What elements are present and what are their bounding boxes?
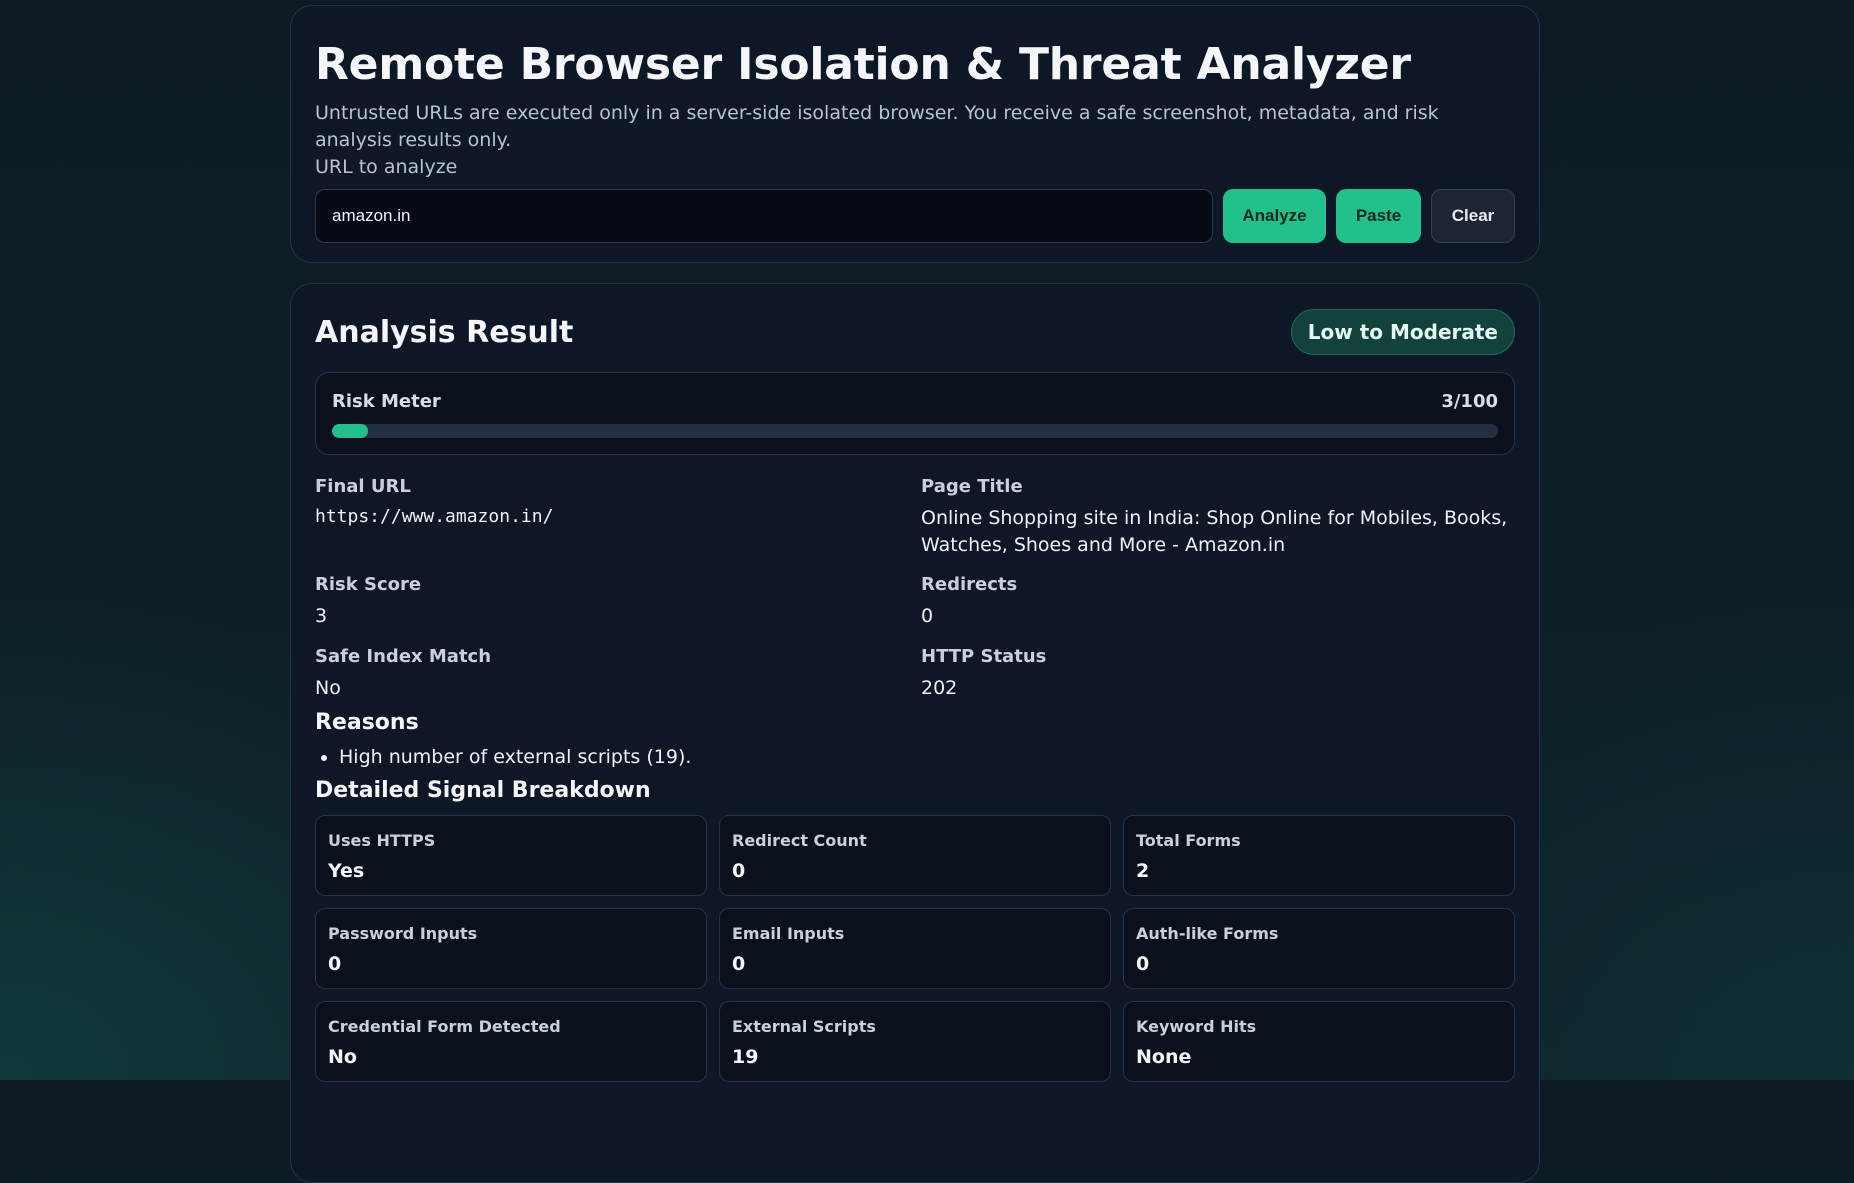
- signal-label: Auth-like Forms: [1136, 924, 1279, 943]
- final-url-item: Final URL https://www.amazon.in/: [315, 475, 921, 573]
- app-subtitle: Untrusted URLs are executed only in a se…: [315, 102, 1439, 151]
- signal-value: 0: [1136, 953, 1150, 975]
- final-url-label: Final URL: [315, 476, 411, 497]
- signal-value: 0: [328, 953, 342, 975]
- result-details: Final URL https://www.amazon.in/ Page Ti…: [315, 475, 1515, 709]
- paste-button[interactable]: Paste: [1336, 189, 1421, 243]
- breakdown-title: Detailed Signal Breakdown: [315, 778, 651, 803]
- url-input[interactable]: [315, 189, 1213, 243]
- http-status-value: 202: [921, 677, 958, 699]
- reasons-title: Reasons: [315, 710, 419, 735]
- analyze-button[interactable]: Analyze: [1223, 189, 1326, 243]
- app-title: Remote Browser Isolation & Threat Analyz…: [315, 39, 1411, 90]
- signal-value: No: [328, 1046, 357, 1068]
- signal-value: 2: [1136, 860, 1150, 882]
- risk-meter-fill: [332, 424, 368, 438]
- signal-keyword-hits: Keyword Hits None: [1123, 1001, 1515, 1082]
- signal-label: Credential Form Detected: [328, 1017, 561, 1036]
- signal-label: Email Inputs: [732, 924, 845, 943]
- signal-credential-form: Credential Form Detected No: [315, 1001, 707, 1082]
- signal-auth-like-forms: Auth-like Forms 0: [1123, 908, 1515, 989]
- result-title: Analysis Result: [315, 314, 574, 350]
- signal-redirect-count: Redirect Count 0: [719, 815, 1111, 896]
- safe-index-label: Safe Index Match: [315, 646, 492, 667]
- risk-meter-track: [332, 424, 1498, 438]
- http-status-label: HTTP Status: [921, 646, 1047, 667]
- page-title-item: Page Title Online Shopping site in India…: [921, 475, 1521, 573]
- url-input-row: Analyze Paste Clear: [315, 189, 1515, 243]
- analysis-result-card: Analysis Result Low to Moderate Risk Met…: [290, 283, 1540, 1183]
- signal-label: External Scripts: [732, 1017, 876, 1036]
- risk-score-label: Risk Score: [315, 574, 422, 595]
- signal-total-forms: Total Forms 2: [1123, 815, 1515, 896]
- safe-index-item: Safe Index Match No: [315, 645, 921, 709]
- signal-value: 0: [732, 860, 746, 882]
- signal-label: Keyword Hits: [1136, 1017, 1257, 1036]
- url-label: URL to analyze: [315, 156, 458, 178]
- signal-label: Total Forms: [1136, 831, 1241, 850]
- redirects-label: Redirects: [921, 574, 1018, 595]
- signal-value: Yes: [328, 860, 365, 882]
- reason-item: High number of external scripts (19).: [315, 744, 1515, 771]
- signal-breakdown-grid: Uses HTTPS Yes Redirect Count 0 Total Fo…: [315, 815, 1515, 1082]
- app-container: Remote Browser Isolation & Threat Analyz…: [290, 5, 1540, 1183]
- redirects-item: Redirects 0: [921, 573, 1521, 645]
- signal-value: None: [1136, 1046, 1192, 1068]
- http-status-item: HTTP Status 202: [921, 645, 1521, 709]
- signal-email-inputs: Email Inputs 0: [719, 908, 1111, 989]
- reasons-list: High number of external scripts (19).: [315, 744, 1515, 771]
- risk-level-badge: Low to Moderate: [1290, 309, 1515, 355]
- signal-label: Uses HTTPS: [328, 831, 436, 850]
- signal-uses-https: Uses HTTPS Yes: [315, 815, 707, 896]
- analyzer-form-card: Remote Browser Isolation & Threat Analyz…: [290, 5, 1540, 263]
- signal-label: Redirect Count: [732, 831, 867, 850]
- signal-value: 19: [732, 1046, 759, 1068]
- safe-index-value: No: [315, 677, 341, 699]
- signal-value: 0: [732, 953, 746, 975]
- risk-meter-value: 3/100: [1441, 391, 1498, 412]
- redirects-value: 0: [921, 605, 934, 627]
- result-header: Analysis Result Low to Moderate: [315, 308, 1515, 356]
- risk-meter-label: Risk Meter: [332, 391, 441, 412]
- clear-button[interactable]: Clear: [1431, 189, 1515, 243]
- final-url-value: https://www.amazon.in/: [315, 506, 554, 527]
- risk-score-item: Risk Score 3: [315, 573, 921, 645]
- signal-password-inputs: Password Inputs 0: [315, 908, 707, 989]
- signal-label: Password Inputs: [328, 924, 478, 943]
- risk-meter: Risk Meter 3/100: [315, 372, 1515, 455]
- page-title-label: Page Title: [921, 476, 1023, 497]
- signal-external-scripts: External Scripts 19: [719, 1001, 1111, 1082]
- risk-score-value: 3: [315, 605, 328, 627]
- risk-meter-header: Risk Meter 3/100: [332, 391, 1498, 412]
- page-title-value: Online Shopping site in India: Shop Onli…: [921, 507, 1508, 556]
